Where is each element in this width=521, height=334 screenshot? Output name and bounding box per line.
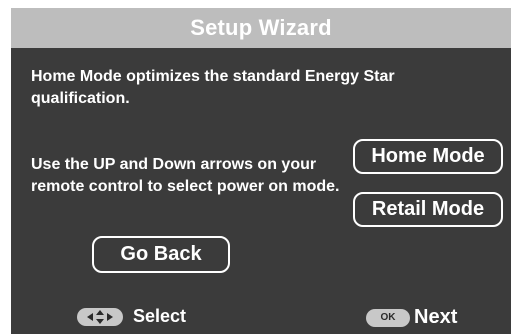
next-label: Next [414,306,458,328]
go-back-button[interactable]: Go Back [92,236,230,273]
mode-description: Home Mode optimizes the standard Energy … [31,68,395,107]
select-label: Select [133,306,187,326]
page-title: Setup Wizard [190,15,332,40]
instructions-text: Use the UP and Down arrows on your remot… [31,156,340,195]
setup-wizard-screen: Setup Wizard Home Mode optimizes the sta… [11,8,511,334]
ok-button-icon: OK [366,308,410,327]
title-bar: Setup Wizard [11,8,511,48]
footer-next-hint: OK Next [366,306,457,329]
footer-select-hint: Select [77,306,186,327]
retail-mode-button[interactable]: Retail Mode [353,192,503,227]
home-mode-button[interactable]: Home Mode [353,139,503,174]
dpad-arrows-icon [77,307,123,326]
